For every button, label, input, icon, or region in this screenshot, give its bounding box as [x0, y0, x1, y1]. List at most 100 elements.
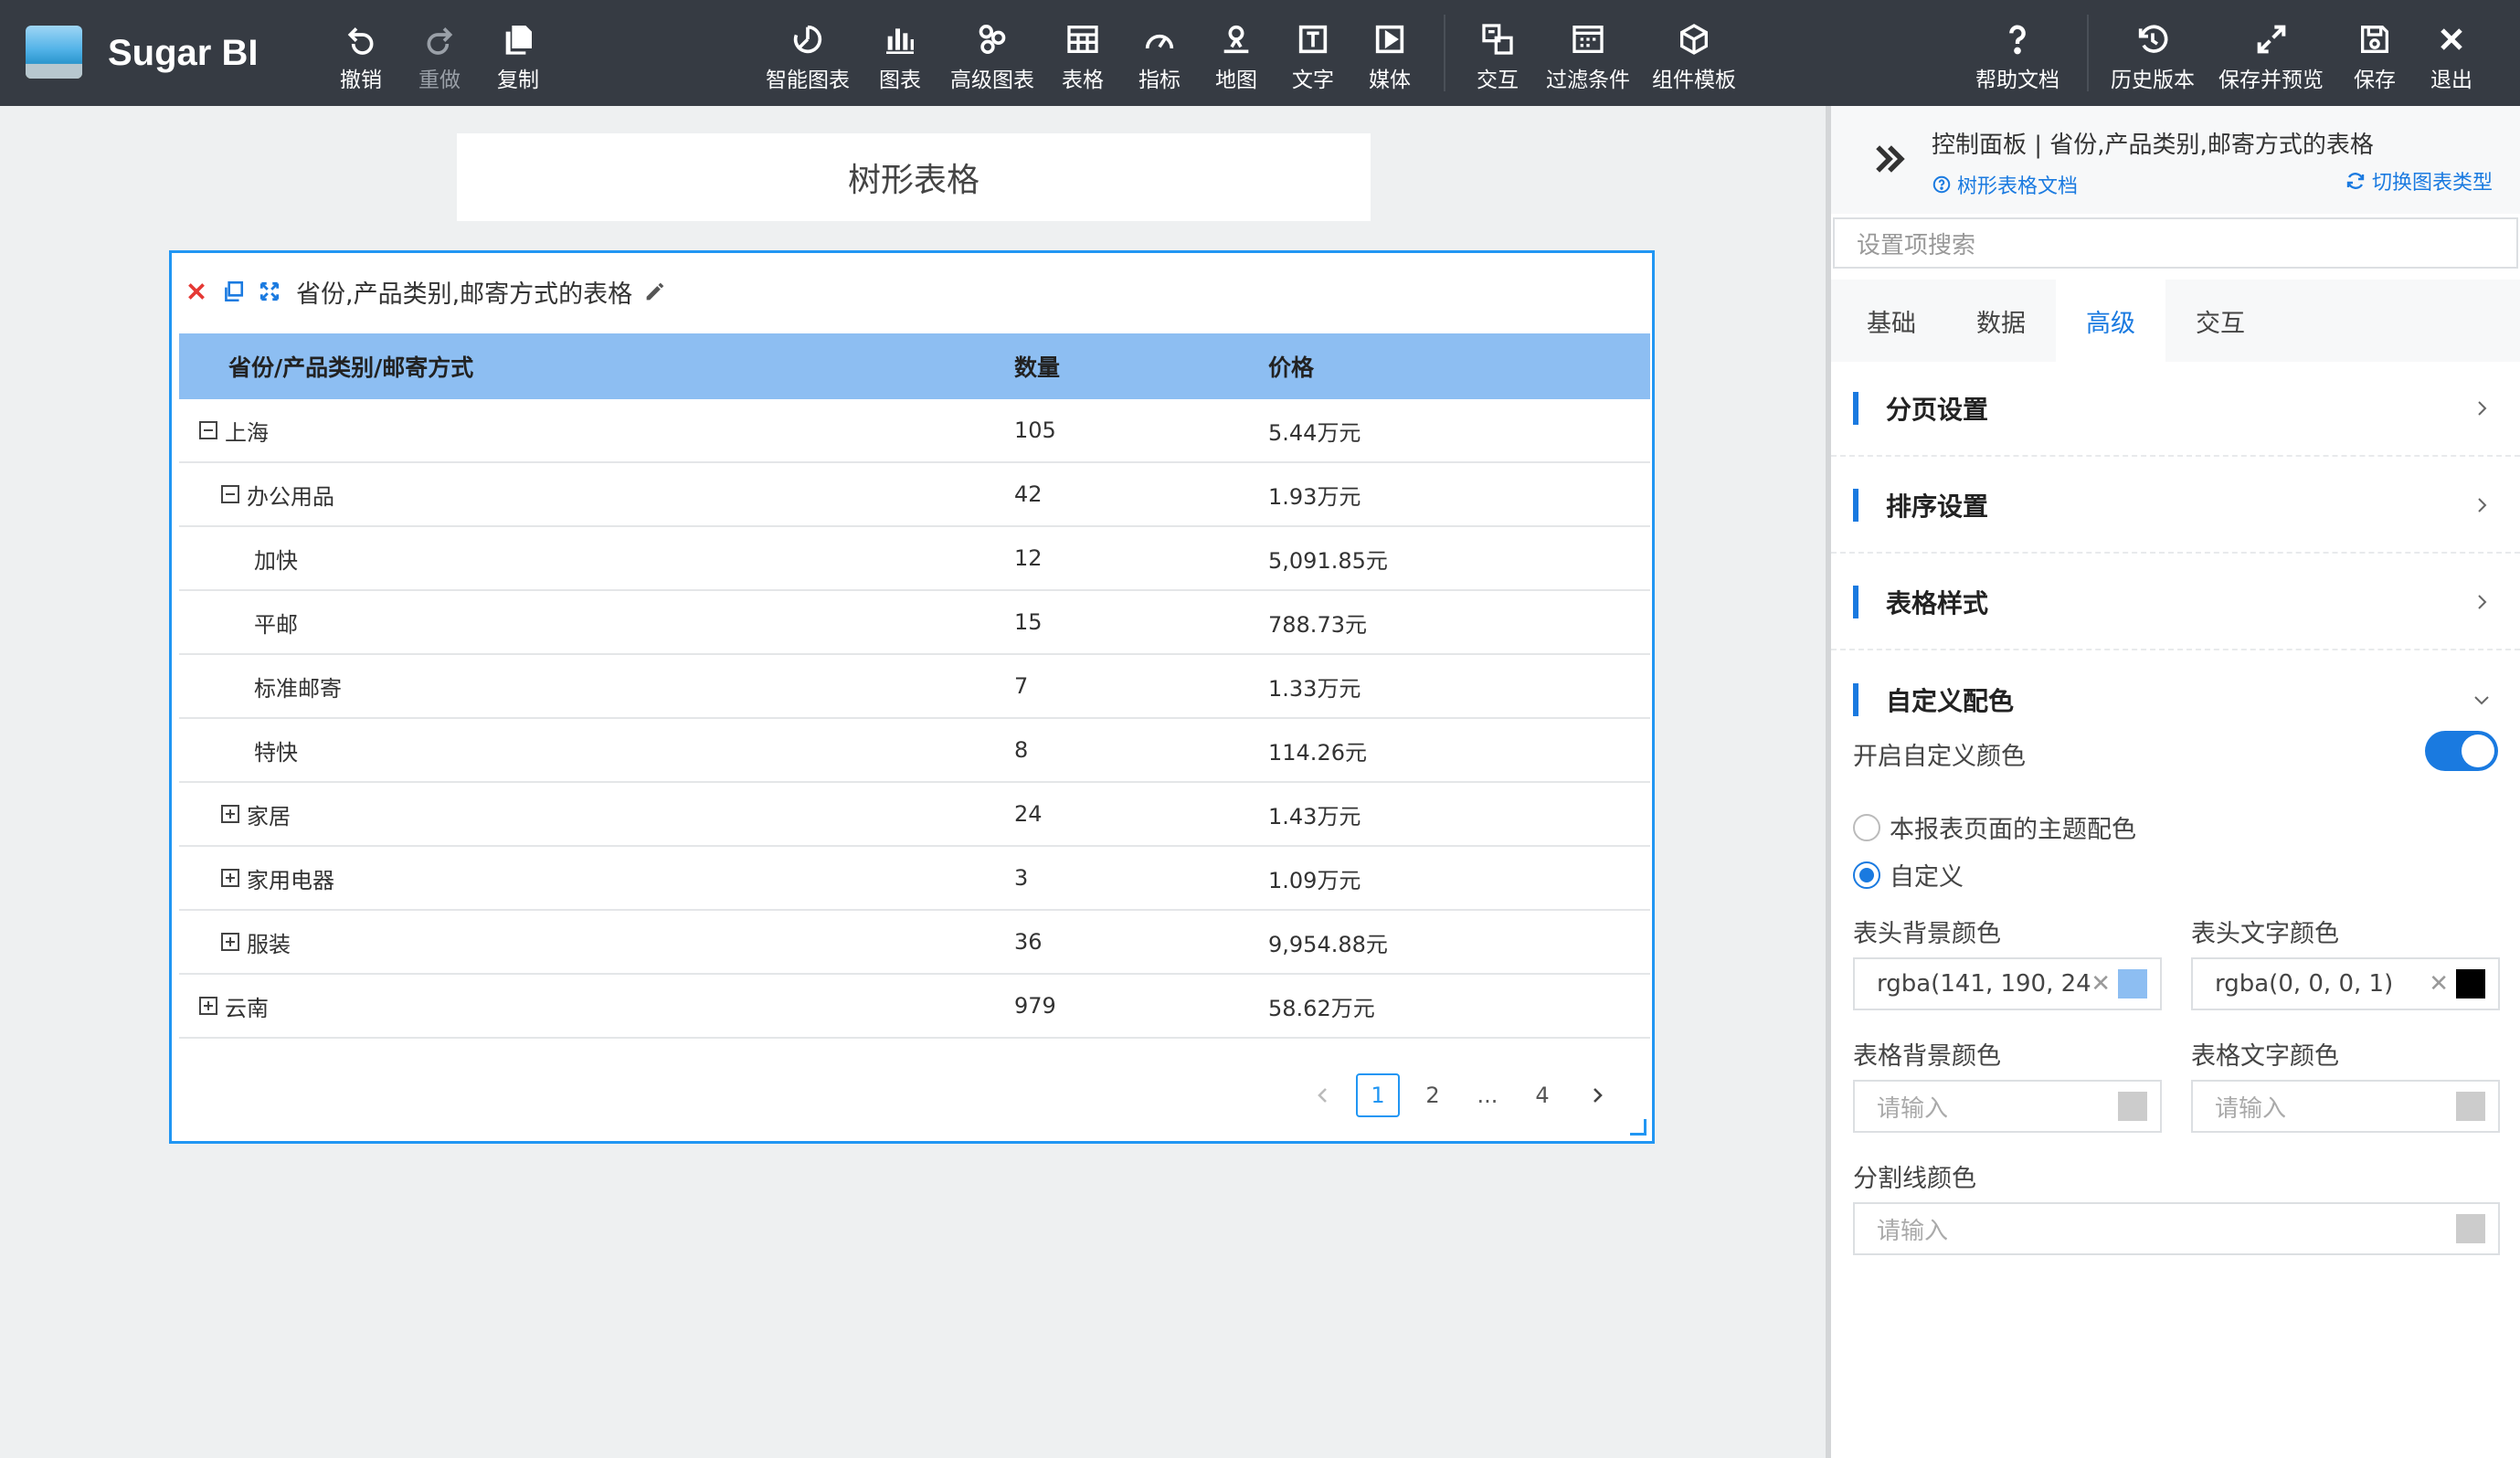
table-row[interactable]: 办公用品 42 1.93万元	[179, 463, 1650, 527]
smart-chart-button[interactable]: 智能图表	[766, 20, 850, 93]
save-preview-button[interactable]: 保存并预览	[2218, 20, 2324, 93]
tab-interaction[interactable]: 交互	[2165, 280, 2275, 362]
chevron-right-icon	[2478, 401, 2487, 416]
table-bg-color-input[interactable]: 请输入	[1853, 1080, 2162, 1133]
settings-search-input[interactable]: 设置项搜索	[1833, 217, 2518, 269]
expand-icon[interactable]	[221, 933, 239, 951]
table-row[interactable]: 上海 105 5.44万元	[179, 399, 1650, 463]
tab-advanced[interactable]: 高级	[2056, 280, 2165, 362]
component-header: 省份,产品类别,邮寄方式的表格	[183, 273, 678, 310]
radio-dot	[1853, 861, 1880, 889]
column-header-price[interactable]: 价格	[1268, 350, 1650, 383]
tab-basic[interactable]: 基础	[1837, 280, 1946, 362]
advanced-chart-label: 高级图表	[950, 69, 1034, 92]
switch-chart-type-link[interactable]: 切换图表类型	[2345, 166, 2493, 195]
page-1-button[interactable]: 1	[1356, 1073, 1400, 1117]
section-sorting[interactable]: 排序设置	[1831, 459, 2520, 554]
enable-custom-color-toggle[interactable]	[2425, 731, 2498, 771]
template-button[interactable]: 组件模板	[1652, 20, 1736, 93]
row-price: 788.73元	[1268, 611, 1367, 638]
tree-table-component[interactable]: 省份,产品类别,邮寄方式的表格 省份/产品类别/邮寄方式 数量 价格 上海 10…	[169, 250, 1655, 1144]
color-swatch[interactable]	[2456, 1214, 2485, 1243]
row-qty: 105	[1014, 417, 1056, 443]
input-placeholder: 请输入	[1877, 1094, 1949, 1123]
row-label: 服装	[247, 931, 291, 957]
interaction-button[interactable]: 交互	[1477, 20, 1519, 93]
table-row[interactable]: 云南 979 58.62万元	[179, 975, 1650, 1039]
row-qty: 7	[1014, 673, 1029, 699]
help-doc-button[interactable]: 帮助文档	[1975, 20, 2059, 93]
color-swatch[interactable]	[2118, 1092, 2147, 1121]
collapse-icon[interactable]	[221, 485, 239, 503]
page-title[interactable]: 树形表格	[457, 133, 1371, 221]
color-swatch[interactable]	[2118, 969, 2147, 998]
delete-icon[interactable]	[183, 278, 210, 305]
page-4-button[interactable]: 4	[1520, 1073, 1564, 1117]
section-title: 表格样式	[1886, 588, 1989, 618]
expand-icon[interactable]	[221, 869, 239, 887]
table-row[interactable]: 平邮 15 788.73元	[179, 591, 1650, 655]
text-icon	[1295, 20, 1331, 58]
expand-icon[interactable]	[199, 997, 217, 1015]
table-row[interactable]: 家用电器 3 1.09万元	[179, 847, 1650, 911]
save-button[interactable]: 保存	[2354, 20, 2396, 93]
chart-button[interactable]: 图表	[879, 20, 921, 93]
column-header-dimension[interactable]: 省份/产品类别/邮寄方式	[179, 350, 1012, 383]
clear-icon[interactable]: ✕	[2091, 970, 2111, 998]
resize-handle[interactable]	[1630, 1119, 1646, 1136]
color-swatch[interactable]	[2456, 1092, 2485, 1121]
tab-data[interactable]: 数据	[1946, 280, 2056, 362]
page-ellipsis[interactable]: ...	[1466, 1073, 1509, 1117]
table-row[interactable]: 服装 36 9,954.88元	[179, 911, 1650, 975]
history-button[interactable]: 历史版本	[2111, 20, 2195, 93]
page-2-button[interactable]: 2	[1411, 1073, 1455, 1117]
table-row[interactable]: 特快 8 114.26元	[179, 719, 1650, 783]
header-bg-color-input[interactable]: rgba(141, 190, 242, 1) ✕	[1853, 957, 2162, 1010]
expand-icon	[2253, 20, 2290, 58]
clear-icon[interactable]: ✕	[2429, 970, 2449, 998]
radio-theme-color[interactable]: 本报表页面的主题配色	[1853, 809, 2136, 845]
chevron-down-icon	[2474, 696, 2489, 705]
table-button[interactable]: 表格	[1062, 20, 1104, 93]
text-button[interactable]: 文字	[1292, 20, 1334, 93]
filter-button[interactable]: 过滤条件	[1546, 20, 1630, 93]
section-custom-color[interactable]: 自定义配色	[1831, 652, 2520, 747]
doc-link-label: 树形表格文档	[1957, 175, 2079, 198]
sugar-bi-logo[interactable]	[26, 26, 82, 79]
smart-chart-icon	[789, 20, 826, 58]
section-paging[interactable]: 分页设置	[1831, 362, 2520, 457]
help-circle-icon	[1932, 175, 1951, 194]
row-qty: 3	[1014, 865, 1029, 891]
exit-button[interactable]: 退出	[2430, 20, 2472, 93]
duplicate-icon[interactable]	[219, 278, 247, 305]
radio-custom-color[interactable]: 自定义	[1853, 857, 1964, 893]
table-row[interactable]: 标准邮寄 7 1.33万元	[179, 655, 1650, 719]
undo-button[interactable]: 撤销	[340, 20, 382, 93]
next-page-icon[interactable]	[1575, 1073, 1619, 1117]
collapse-panel-icon[interactable]	[1869, 139, 1910, 183]
map-button[interactable]: 地图	[1215, 20, 1257, 93]
edit-pencil-icon[interactable]	[641, 278, 669, 305]
table-row[interactable]: 加快 12 5,091.85元	[179, 527, 1650, 591]
interaction-icon	[1479, 20, 1516, 58]
expand-icon[interactable]	[221, 805, 239, 823]
table-text-color-input[interactable]: 请输入	[2191, 1080, 2500, 1133]
section-table-style[interactable]: 表格样式	[1831, 555, 2520, 650]
advanced-chart-button[interactable]: 高级图表	[950, 20, 1034, 93]
column-header-quantity[interactable]: 数量	[1012, 350, 1268, 383]
prev-page-icon[interactable]	[1301, 1073, 1345, 1117]
header-text-color-input[interactable]: rgba(0, 0, 0, 1) ✕	[2191, 957, 2500, 1010]
row-qty: 42	[1014, 481, 1043, 507]
fullscreen-icon[interactable]	[256, 278, 283, 305]
color-swatch[interactable]	[2456, 969, 2485, 998]
filter-icon	[1570, 20, 1606, 58]
indicator-button[interactable]: 指标	[1138, 20, 1181, 93]
media-button[interactable]: 媒体	[1369, 20, 1411, 93]
collapse-icon[interactable]	[199, 421, 217, 439]
redo-button[interactable]: 重做	[418, 20, 461, 93]
divider-color-input[interactable]: 请输入	[1853, 1202, 2500, 1255]
cube-icon	[1676, 20, 1712, 58]
tree-table-doc-link[interactable]: 树形表格文档	[1932, 170, 2078, 199]
table-row[interactable]: 家居 24 1.43万元	[179, 783, 1650, 847]
copy-button[interactable]: 复制	[497, 20, 539, 93]
